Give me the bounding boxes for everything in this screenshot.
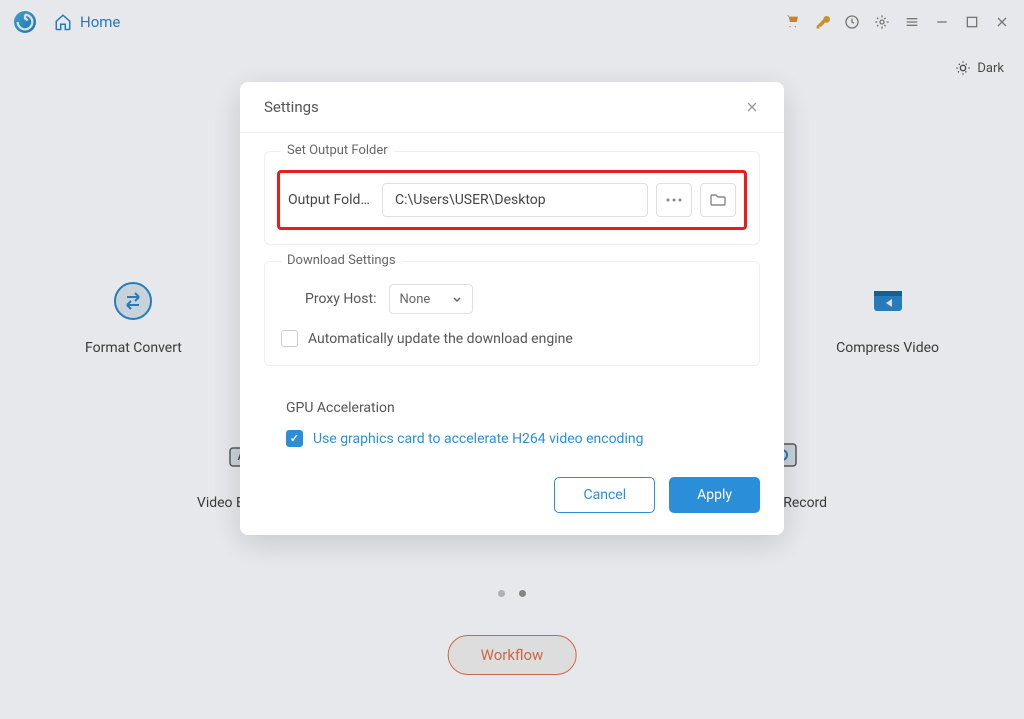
modal-header: Settings [240, 82, 784, 133]
modal-footer: Cancel Apply [240, 463, 784, 535]
chevron-down-icon [452, 294, 462, 304]
output-folder-input[interactable] [382, 183, 648, 217]
section-title: Download Settings [281, 253, 402, 268]
highlight-annotation: Output Fold… [277, 170, 747, 230]
more-button[interactable] [656, 183, 692, 217]
auto-update-row[interactable]: Automatically update the download engine [281, 330, 743, 347]
browse-button[interactable] [700, 183, 736, 217]
modal-body: Set Output Folder Output Fold… [240, 133, 784, 463]
auto-update-checkbox[interactable] [281, 330, 298, 347]
gpu-accel-checkbox[interactable] [286, 430, 303, 447]
proxy-label: Proxy Host: [305, 291, 377, 307]
auto-update-label: Automatically update the download engine [308, 331, 573, 347]
proxy-row: Proxy Host: None [281, 284, 743, 314]
cancel-button[interactable]: Cancel [554, 477, 655, 513]
proxy-select[interactable]: None [389, 284, 473, 314]
proxy-value: None [400, 292, 431, 307]
modal-title: Settings [264, 98, 319, 116]
download-settings-section: Download Settings Proxy Host: None Autom… [264, 261, 760, 366]
output-folder-section: Set Output Folder Output Fold… [264, 151, 760, 245]
gpu-title: GPU Acceleration [286, 400, 738, 416]
gpu-section: GPU Acceleration Use graphics card to ac… [264, 382, 760, 459]
close-icon[interactable] [744, 99, 760, 115]
output-folder-label: Output Fold… [288, 192, 374, 208]
gpu-accel-label: Use graphics card to accelerate H264 vid… [313, 431, 643, 447]
section-title: Set Output Folder [281, 143, 394, 158]
apply-button[interactable]: Apply [669, 477, 760, 513]
output-folder-row: Output Fold… [288, 183, 736, 217]
settings-modal: Settings Set Output Folder Output Fold… [240, 82, 784, 535]
ellipsis-icon [666, 198, 682, 202]
gpu-accel-row[interactable]: Use graphics card to accelerate H264 vid… [286, 430, 738, 447]
folder-icon [710, 193, 726, 207]
